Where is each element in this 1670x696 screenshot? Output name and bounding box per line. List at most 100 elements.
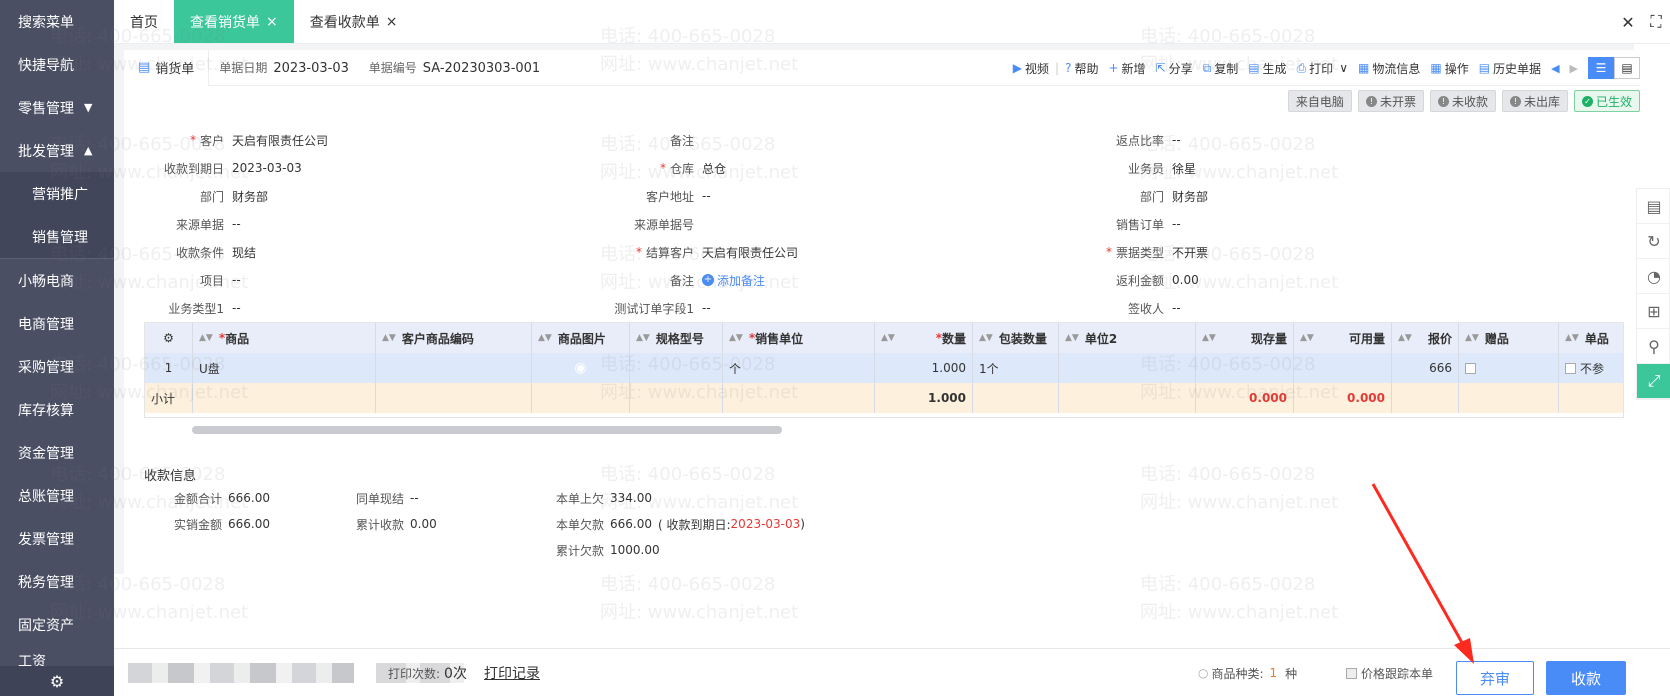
list-view-icon[interactable]: ☰ — [1588, 57, 1614, 79]
product-cell[interactable]: U盘 — [193, 353, 376, 383]
sidebar-item-ledger[interactable]: 总账管理 — [0, 474, 114, 517]
gear-icon[interactable]: ⚙ — [0, 666, 114, 696]
attachment-icon[interactable]: ⚲ — [1637, 329, 1670, 364]
due-date-field[interactable]: 2023-03-03 — [232, 154, 302, 182]
test-order-field[interactable]: -- — [702, 294, 711, 322]
unit-cell[interactable]: 个 — [723, 353, 875, 383]
col-header[interactable]: ▲▼ 报价 — [1392, 323, 1459, 353]
abandon-audit-button[interactable]: 弃审 — [1456, 661, 1534, 695]
price-cell[interactable]: 666 — [1392, 353, 1459, 383]
sidebar-item-ecom[interactable]: 电商管理 — [0, 302, 114, 345]
payment-terms-field[interactable]: 现结 — [232, 238, 256, 266]
checkbox[interactable] — [1565, 362, 1576, 374]
doc-type-tab[interactable]: ▤ 销货单 — [124, 49, 210, 86]
customer-address-field[interactable]: -- — [702, 182, 711, 210]
qty-cell[interactable]: 1.000 — [875, 353, 973, 383]
dept-field[interactable]: 财务部 — [232, 182, 268, 210]
next-icon[interactable]: ▶ — [1570, 62, 1578, 75]
sidebar-item-sales-mgmt[interactable]: 销售管理 — [0, 215, 114, 258]
sidebar-item-quick-nav[interactable]: 快捷导航 — [0, 43, 114, 86]
image-cell[interactable]: ◉ — [532, 353, 630, 383]
unit2-cell[interactable] — [1059, 353, 1196, 383]
single-cell[interactable]: 不参 — [1559, 353, 1623, 383]
chevron-down-icon[interactable]: ∨ — [1339, 61, 1348, 75]
tab-view-receipt[interactable]: 查看收款单 × — [294, 0, 414, 43]
collect-payment-button[interactable]: 收款 — [1546, 661, 1626, 695]
add-note-link[interactable]: + 添加备注 — [702, 266, 765, 294]
biz-type-field[interactable]: -- — [232, 294, 241, 322]
document-icon[interactable]: ▤ — [1637, 189, 1670, 224]
watermark-site: 网址: www.chanjet.net — [1140, 602, 1339, 623]
sidebar-item-search-menu[interactable]: 搜索菜单 — [0, 0, 114, 43]
close-icon[interactable]: × — [266, 14, 278, 30]
finance-icon[interactable]: ⊞ — [1637, 294, 1670, 329]
sidebar-item-funds[interactable]: 资金管理 — [0, 431, 114, 474]
fullscreen-icon[interactable]: ⛶ — [1642, 12, 1670, 32]
history-button[interactable]: ▤ 历史单据 — [1479, 60, 1541, 77]
sidebar-item-inventory[interactable]: 库存核算 — [0, 388, 114, 431]
col-header[interactable]: ▲▼ 赠品 — [1459, 323, 1559, 353]
col-header[interactable]: ▲▼ * 数量 — [875, 323, 973, 353]
copy-button[interactable]: ⧉ 复制 — [1203, 60, 1239, 77]
video-button[interactable]: ▶ 视频 — [1013, 60, 1049, 77]
tab-view-sales-order[interactable]: 查看销货单 × — [174, 0, 294, 43]
project-field[interactable]: -- — [232, 266, 241, 294]
settle-customer-field[interactable]: 天启有限责任公司 — [702, 238, 798, 266]
sidebar-item-retail[interactable]: 零售管理 ▼ — [0, 86, 114, 129]
col-header[interactable]: ▲▼ 客户商品编码 — [376, 323, 532, 353]
sales-order-field[interactable]: -- — [1172, 210, 1181, 238]
tab-home[interactable]: 首页 — [114, 0, 174, 43]
clock-icon[interactable]: ◔ — [1637, 259, 1670, 294]
spec-cell[interactable] — [630, 353, 723, 383]
close-icon[interactable]: × — [386, 14, 398, 30]
toolbar-label: 打印 — [1309, 61, 1334, 76]
dept2-field[interactable]: 财务部 — [1172, 182, 1208, 210]
logistics-button[interactable]: ▦ 物流信息 — [1358, 60, 1420, 77]
col-header[interactable]: ▲▼ 现存量 — [1196, 323, 1294, 353]
new-button[interactable]: + 新增 — [1108, 60, 1145, 77]
sidebar-item-fixed-assets[interactable]: 固定资产 — [0, 603, 114, 646]
share-button[interactable]: ⇱ 分享 — [1156, 60, 1193, 77]
col-header[interactable]: ▲▼ * 商品 — [193, 323, 376, 353]
print-button[interactable]: ⎙ 打印 ∨ — [1297, 60, 1348, 77]
sidebar-item-invoice[interactable]: 发票管理 — [0, 517, 114, 560]
invoice-type-field[interactable]: 不开票 — [1172, 238, 1208, 266]
table-row[interactable]: 1 U盘 ◉ 个 1.000 1个 666 不参 — [145, 353, 1623, 383]
sidebar-item-wholesale[interactable]: 批发管理 ▲ — [0, 129, 114, 172]
sidebar-item-tax[interactable]: 税务管理 — [0, 560, 114, 603]
sidebar-item-xiaochang-ecom[interactable]: 小畅电商 — [0, 259, 114, 302]
rebate-ratio-field[interactable]: -- — [1172, 126, 1181, 154]
col-header[interactable]: ▲▼ 可用量 — [1294, 323, 1392, 353]
horizontal-scrollbar[interactable] — [192, 426, 782, 434]
close-icon[interactable]: ✕ — [1614, 13, 1642, 32]
col-header[interactable]: ▲▼ 单位2 — [1059, 323, 1196, 353]
price-tracking-checkbox[interactable]: 价格跟踪本单 — [1346, 663, 1433, 683]
source-doc-field[interactable]: -- — [232, 210, 241, 238]
col-header[interactable]: ▲▼ 商品图片 — [532, 323, 630, 353]
generate-button[interactable]: ▤ 生成 — [1248, 60, 1286, 77]
col-header[interactable]: ▲▼ * 销售单位 — [723, 323, 875, 353]
previous-owed: 本单上欠 334.00 — [555, 491, 652, 506]
gift-cell[interactable] — [1459, 353, 1559, 383]
gift-checkbox[interactable] — [1465, 362, 1476, 374]
rebate-amount-field[interactable]: 0.00 — [1172, 266, 1199, 294]
detail-view-icon[interactable]: ▤ — [1614, 57, 1640, 79]
pack-cell[interactable]: 1个 — [973, 353, 1059, 383]
col-header[interactable]: ▲▼ 单品 — [1559, 323, 1623, 353]
refresh-icon[interactable]: ↻ — [1637, 224, 1670, 259]
salesman-field[interactable]: 徐星 — [1172, 154, 1196, 182]
col-header[interactable]: ▲▼ 规格型号 — [630, 323, 723, 353]
sidebar-item-marketing[interactable]: 营销推广 — [0, 172, 114, 215]
customer-field[interactable]: 天启有限责任公司 — [232, 126, 328, 154]
operation-button[interactable]: ▦ 操作 — [1430, 60, 1468, 77]
print-log-link[interactable]: 打印记录 — [484, 663, 540, 683]
help-button[interactable]: ? 帮助 — [1065, 60, 1098, 77]
warehouse-field[interactable]: 总仓 — [702, 154, 726, 182]
sidebar-item-purchase[interactable]: 采购管理 — [0, 345, 114, 388]
expand-icon[interactable]: ⤢ — [1637, 364, 1670, 399]
cust-code-cell[interactable] — [376, 353, 532, 383]
signer-field[interactable]: -- — [1172, 294, 1181, 322]
prev-icon[interactable]: ◀ — [1551, 62, 1559, 75]
col-header[interactable]: ▲▼ 包装数量 — [973, 323, 1059, 353]
gear-icon[interactable]: ⚙ — [145, 323, 193, 353]
